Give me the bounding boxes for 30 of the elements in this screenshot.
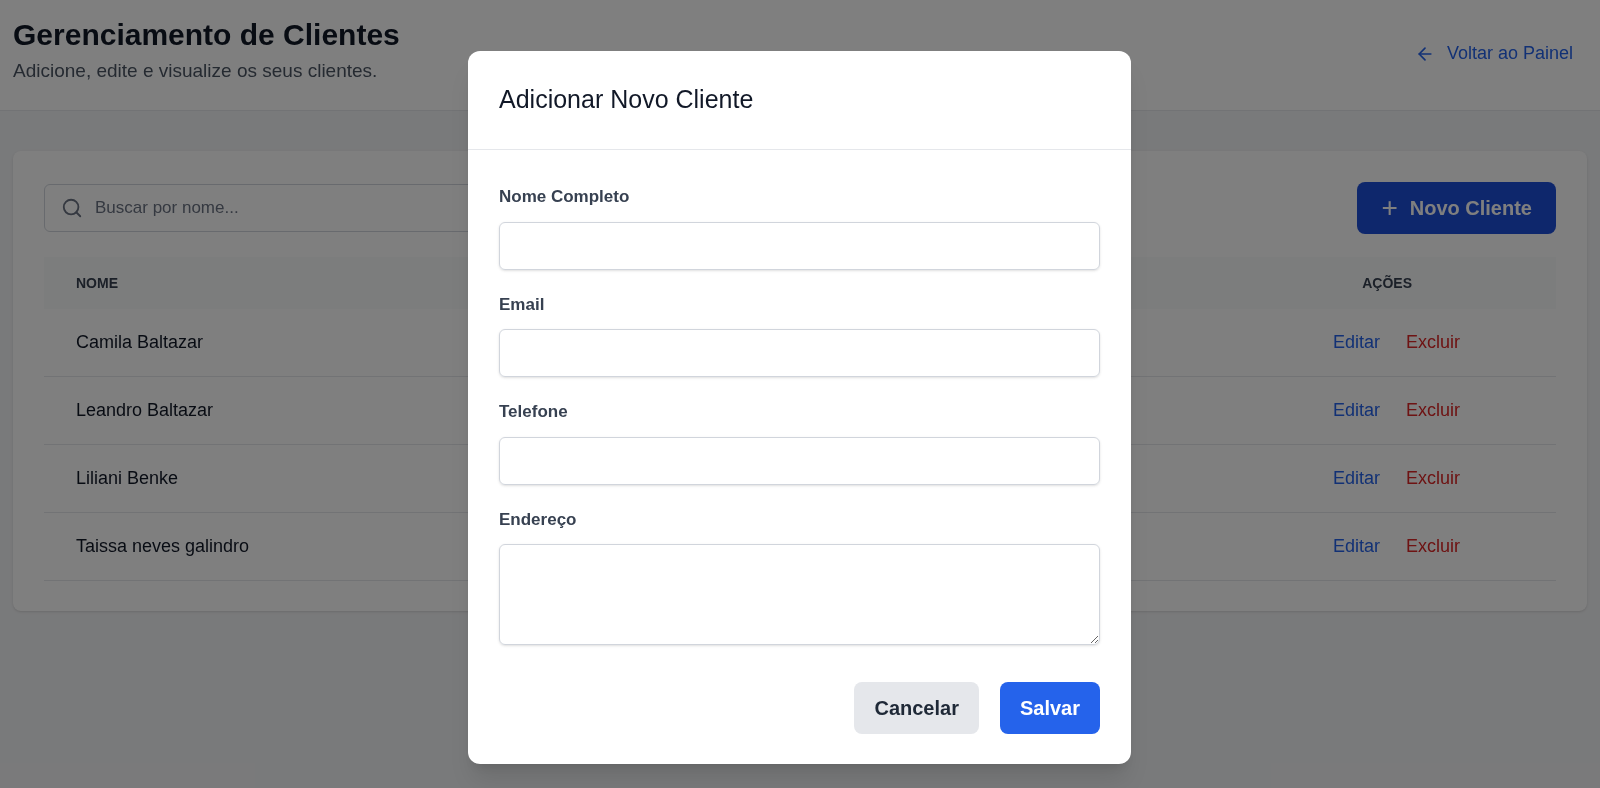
delete-link[interactable]: Excluir [1406, 465, 1460, 492]
search-icon [61, 197, 83, 219]
edit-link[interactable]: Editar [1332, 465, 1380, 492]
address-field[interactable] [499, 544, 1100, 645]
page-title: Gerenciamento de Clientes [13, 17, 400, 53]
page-subtitle: Adicione, edite e visualize os seus clientes. [13, 59, 379, 83]
client-name: Liliani Benke [76, 467, 179, 490]
new-client-button[interactable]: + Novo Cliente [1357, 182, 1556, 234]
client-name: Camila Baltazar [76, 331, 204, 354]
modal-title: Adicionar Novo Cliente [499, 84, 754, 116]
field-label: Email [499, 293, 546, 316]
column-header: AÇÕES [1362, 273, 1412, 293]
cancel-button[interactable]: Cancelar [854, 682, 979, 734]
edit-link[interactable]: Editar [1332, 533, 1380, 560]
client-name: Taissa neves galindro [76, 535, 250, 558]
input-field[interactable] [499, 221, 1100, 270]
delete-link[interactable]: Excluir [1406, 329, 1460, 356]
field-label: Telefone [499, 401, 569, 423]
delete-link[interactable]: Excluir [1406, 533, 1460, 560]
delete-link[interactable]: Excluir [1406, 397, 1460, 424]
field-label: Endereço [499, 508, 578, 531]
column-header: NOME [76, 273, 118, 293]
client-name: Leandro Baltazar [76, 399, 214, 422]
input-field[interactable] [499, 436, 1100, 485]
search-placeholder: Buscar por nome... [95, 197, 239, 220]
back-link[interactable]: Voltar ao Painel [1414, 40, 1573, 67]
input-field[interactable] [499, 329, 1100, 377]
edit-link[interactable]: Editar [1332, 329, 1380, 356]
edit-link[interactable]: Editar [1332, 397, 1380, 424]
save-button[interactable]: Salvar [999, 682, 1100, 734]
